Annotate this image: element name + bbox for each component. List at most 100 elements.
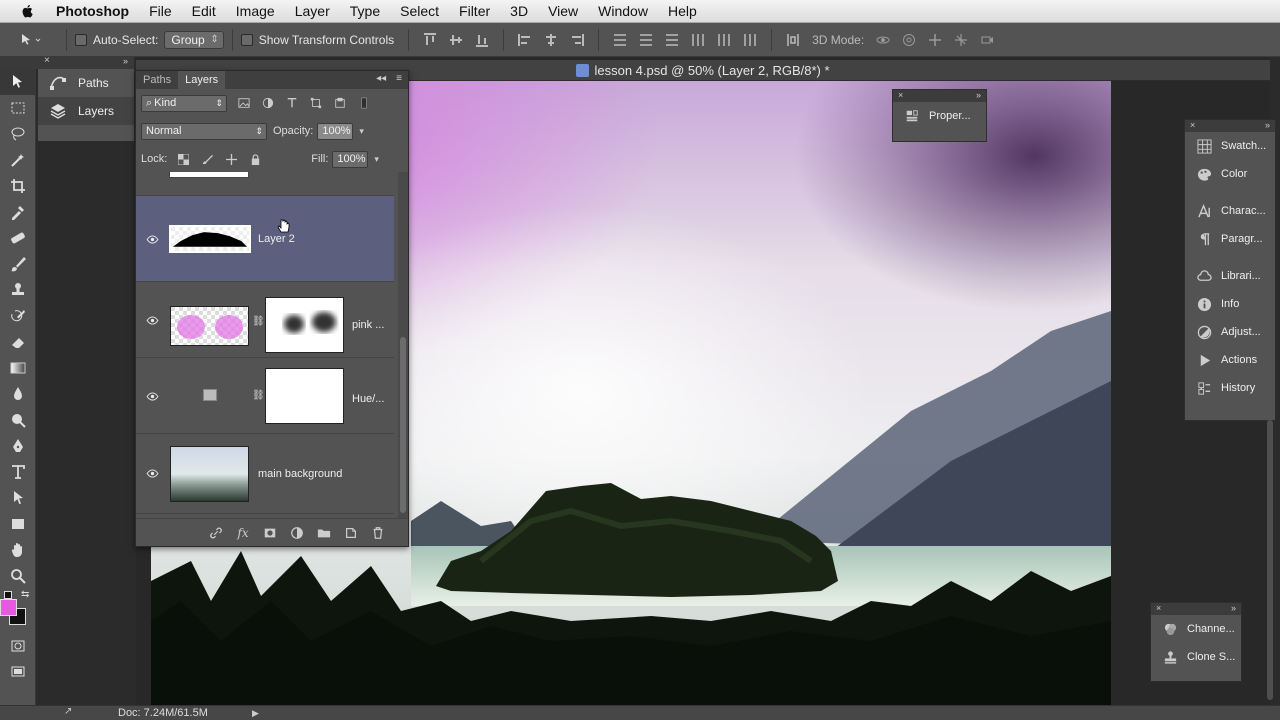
fill-input[interactable]: 100% <box>332 150 369 168</box>
menu-window[interactable]: Window <box>588 0 658 23</box>
filter-kind-dropdown[interactable]: ⌕ Kind ⇕ <box>141 94 227 112</box>
visibility-eye-icon[interactable] <box>145 315 159 325</box>
quick-mask-button[interactable] <box>0 633 36 659</box>
3d-orbit-icon[interactable] <box>874 31 892 49</box>
lock-position-icon[interactable] <box>222 150 240 168</box>
path-selection-tool-button[interactable] <box>0 485 36 511</box>
collapsed-dock-header[interactable]: × » <box>38 55 134 69</box>
3d-pan-icon[interactable] <box>926 31 944 49</box>
rectangle-tool-button[interactable] <box>0 511 36 537</box>
fill-slider-arrow-icon[interactable]: ▾ <box>374 154 379 165</box>
info-panel-button[interactable]: Info <box>1185 290 1275 318</box>
link-chain-icon[interactable]: ⛓ <box>252 316 265 327</box>
auto-select-checkbox[interactable] <box>75 33 87 46</box>
menu-layer[interactable]: Layer <box>285 0 340 23</box>
healing-brush-tool-button[interactable] <box>0 225 36 251</box>
apple-icon[interactable] <box>20 3 36 19</box>
brush-tool-button[interactable] <box>0 251 36 277</box>
history-brush-tool-button[interactable] <box>0 303 36 329</box>
menu-image[interactable]: Image <box>226 0 285 23</box>
align-bottom-icon[interactable] <box>473 31 491 49</box>
visibility-eye-icon[interactable] <box>145 468 159 478</box>
foreground-color-swatch[interactable] <box>0 599 17 616</box>
filter-pixel-icon[interactable] <box>235 94 253 112</box>
dodge-tool-button[interactable] <box>0 407 36 433</box>
expand-dock-icon[interactable]: » <box>123 56 128 66</box>
tab-layers[interactable]: Layers <box>178 71 226 89</box>
show-transform-controls-checkbox[interactable] <box>240 33 253 46</box>
new-adjustment-layer-icon[interactable] <box>289 525 305 541</box>
eraser-tool-button[interactable] <box>0 329 36 355</box>
menu-view[interactable]: View <box>538 0 588 23</box>
menu-help[interactable]: Help <box>658 0 707 23</box>
expand-dock-icon[interactable]: » <box>1265 120 1270 130</box>
align-vcenter-icon[interactable] <box>447 31 465 49</box>
actions-panel-button[interactable]: Actions <box>1185 346 1275 374</box>
layer-mask-thumbnail[interactable] <box>265 297 344 353</box>
menu-app[interactable]: Photoshop <box>50 0 139 23</box>
dock-header[interactable]: × » <box>1185 120 1275 132</box>
tab-paths[interactable]: Paths <box>136 71 178 89</box>
blend-mode-dropdown[interactable]: Normal ⇕ <box>141 122 267 140</box>
layer-row-partial[interactable] <box>136 172 394 196</box>
lock-pixels-icon[interactable] <box>198 150 216 168</box>
share-icon[interactable]: ↗ <box>64 706 72 717</box>
filter-adjustment-icon[interactable] <box>259 94 277 112</box>
tool-preset-picker[interactable] <box>18 27 58 53</box>
dock-item-paths[interactable]: Paths <box>38 69 134 97</box>
channels-panel-button[interactable]: Channe... <box>1151 615 1241 643</box>
pen-tool-button[interactable] <box>0 433 36 459</box>
scrollbar-thumb[interactable] <box>400 337 406 513</box>
color-panel-button[interactable]: Color <box>1185 160 1275 188</box>
auto-align-icon[interactable] <box>784 31 802 49</box>
hand-tool-button[interactable] <box>0 537 36 563</box>
clone-source-panel-button[interactable]: Clone S... <box>1151 643 1241 671</box>
blur-tool-button[interactable] <box>0 381 36 407</box>
menu-3d[interactable]: 3D <box>500 0 538 23</box>
properties-panel-button[interactable]: Proper... <box>893 102 986 130</box>
expand-dock-icon[interactable]: » <box>1231 603 1236 613</box>
layer-name[interactable]: Hue/... <box>352 393 384 405</box>
distribute-bottom-icon[interactable] <box>663 31 681 49</box>
auto-select-dropdown[interactable]: Group <box>164 30 224 49</box>
paragraph-panel-button[interactable]: Paragr... <box>1185 225 1275 253</box>
zoom-tool-button[interactable] <box>0 563 36 589</box>
layers-scrollbar[interactable] <box>398 172 408 518</box>
close-icon[interactable]: × <box>898 90 903 100</box>
dock-header[interactable]: × » <box>1151 603 1241 615</box>
align-top-icon[interactable] <box>421 31 439 49</box>
collapse-panel-icon[interactable]: ◂◂ <box>376 73 386 84</box>
menu-select[interactable]: Select <box>390 0 449 23</box>
visibility-eye-icon[interactable] <box>145 391 159 401</box>
delete-layer-trash-icon[interactable] <box>370 525 386 541</box>
gradient-tool-button[interactable] <box>0 355 36 381</box>
menu-type[interactable]: Type <box>340 0 390 23</box>
layer-name[interactable]: Layer 2 <box>258 233 295 245</box>
opacity-slider-arrow-icon[interactable]: ▾ <box>359 126 364 137</box>
libraries-panel-button[interactable]: Librari... <box>1185 262 1275 290</box>
filter-smart-object-icon[interactable] <box>331 94 349 112</box>
adjustments-panel-button[interactable]: Adjust... <box>1185 318 1275 346</box>
align-hcenter-icon[interactable] <box>542 31 560 49</box>
panel-menu-icon[interactable]: ≡ <box>396 73 402 84</box>
filter-toggle-icon[interactable] <box>355 94 373 112</box>
menu-filter[interactable]: Filter <box>449 0 500 23</box>
menu-edit[interactable]: Edit <box>182 0 226 23</box>
quick-selection-tool-button[interactable] <box>0 147 36 173</box>
close-icon[interactable]: × <box>1156 603 1161 613</box>
3d-roll-icon[interactable] <box>900 31 918 49</box>
layer-style-fx-icon[interactable]: fx <box>235 525 251 541</box>
distribute-hcenter-icon[interactable] <box>715 31 733 49</box>
layer-mask-thumbnail[interactable] <box>265 368 344 424</box>
lock-all-icon[interactable] <box>246 150 264 168</box>
lock-transparent-icon[interactable] <box>174 150 192 168</box>
default-colors-icon[interactable] <box>4 591 12 599</box>
character-panel-button[interactable]: Charac... <box>1185 197 1275 225</box>
eyedropper-tool-button[interactable] <box>0 199 36 225</box>
move-tool-button[interactable] <box>0 69 36 95</box>
align-left-icon[interactable] <box>516 31 534 49</box>
canvas-vertical-scrollbar[interactable] <box>1267 420 1273 700</box>
layer-row[interactable]: ⛓ pink ... <box>136 282 394 358</box>
toolbar-header[interactable] <box>0 57 38 69</box>
opacity-input[interactable]: 100% <box>317 122 354 140</box>
